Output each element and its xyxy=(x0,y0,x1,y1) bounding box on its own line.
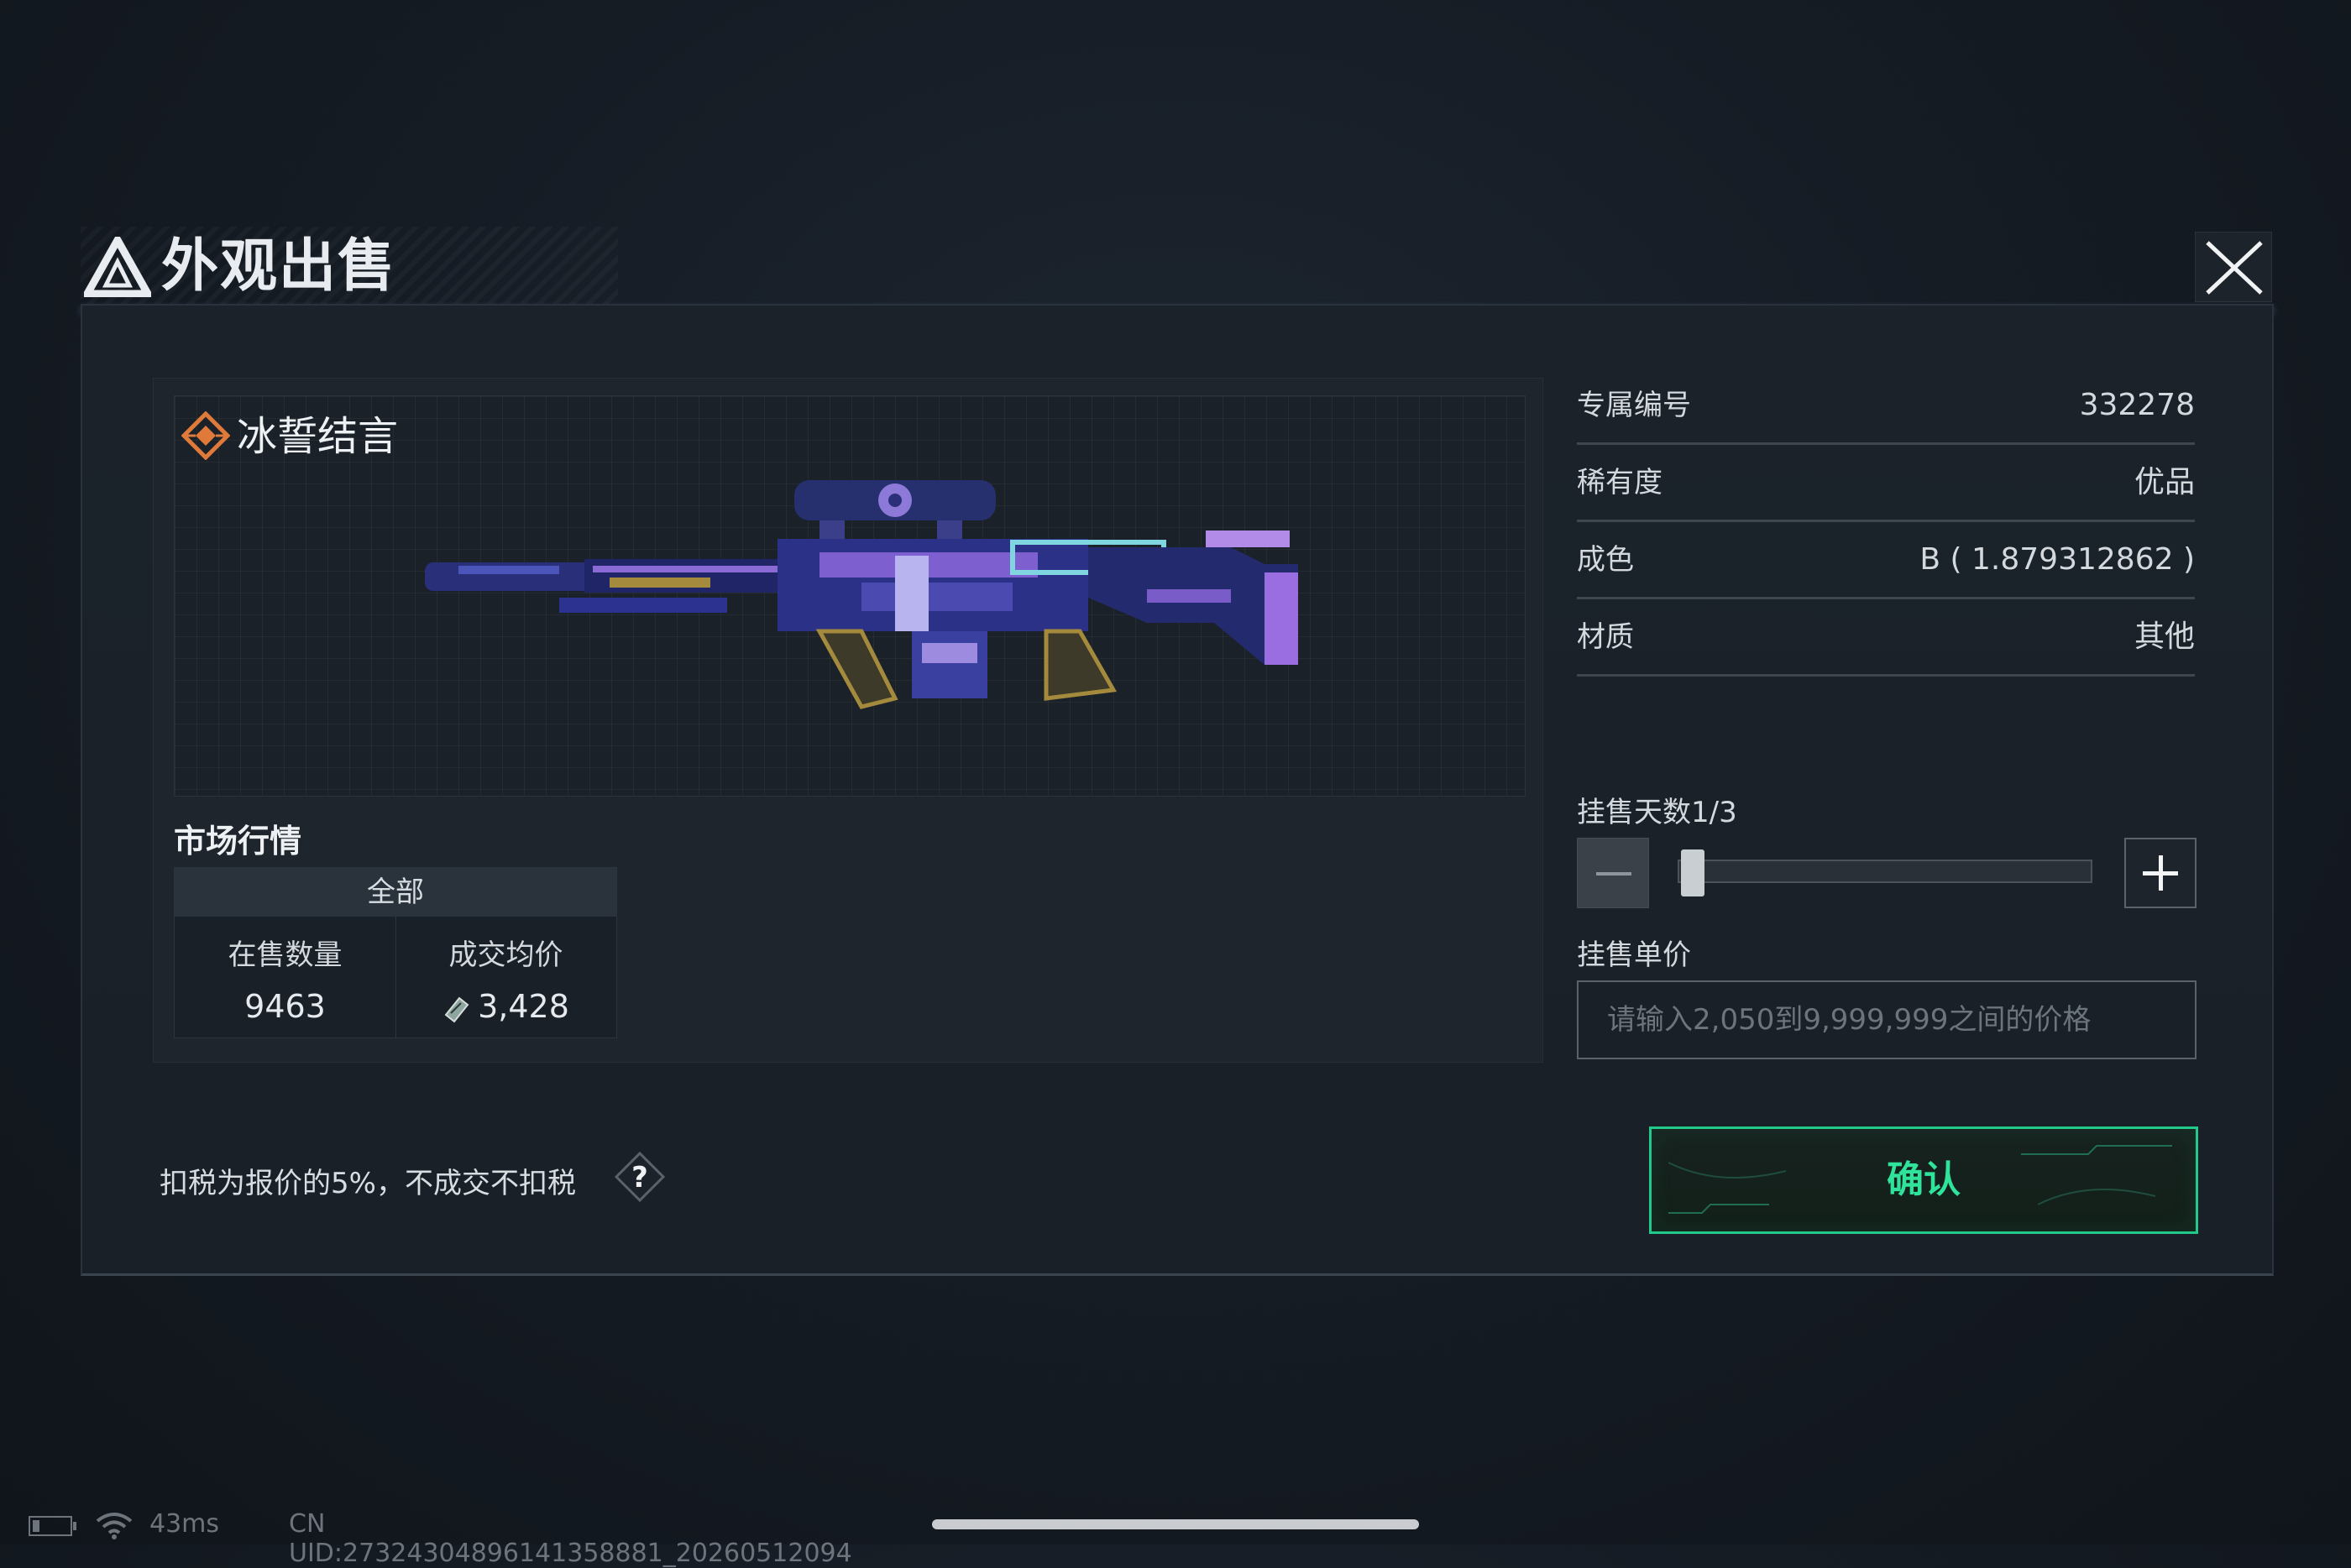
rarity-diamond-icon xyxy=(181,411,230,460)
property-value: 332278 xyxy=(2079,388,2195,422)
close-button[interactable] xyxy=(2195,232,2272,302)
market-section-title: 市场行情 xyxy=(174,823,302,860)
avg-price-row: 3,428 xyxy=(395,988,616,1025)
battery-tip xyxy=(73,1522,76,1530)
dialog-title: 外观出售 xyxy=(161,233,397,300)
days-slider[interactable] xyxy=(1678,860,2092,883)
avg-price-column: 成交均价 3,428 xyxy=(395,917,616,1037)
help-icon[interactable]: ? xyxy=(613,1150,667,1204)
property-row-rarity: 稀有度 优品 xyxy=(1577,447,2195,522)
wifi-icon xyxy=(96,1513,133,1539)
close-icon xyxy=(2206,241,2263,295)
property-value: 优品 xyxy=(2134,465,2195,499)
price-input[interactable] xyxy=(1577,980,2197,1059)
ping-text: 43ms xyxy=(149,1509,220,1539)
item-name: 冰誓结言 xyxy=(237,413,399,460)
property-label: 稀有度 xyxy=(1577,466,1662,499)
listing-price-label: 挂售单价 xyxy=(1577,938,1691,972)
tax-note: 扣税为报价的5%，不成交不扣税 xyxy=(160,1167,576,1200)
delta-logo-icon xyxy=(84,237,151,297)
weapon-skin-image xyxy=(425,480,1298,709)
on-sale-value: 9463 xyxy=(244,988,326,1025)
property-row-serial: 专属编号 332278 xyxy=(1577,369,2195,445)
uid-text: CN UID:27324304896141358881_20260512094 xyxy=(289,1509,852,1568)
market-tab-all[interactable]: 全部 xyxy=(175,868,616,917)
item-preview-panel: 冰誓结言 市场行情 全部 在售数量 9463 成交均价 3,428 xyxy=(153,378,1543,1063)
property-label: 专属编号 xyxy=(1577,389,1691,422)
confirm-button[interactable]: 确认 xyxy=(1649,1126,2198,1234)
battery-icon xyxy=(29,1516,72,1536)
property-row-material: 材质 其他 xyxy=(1577,601,2195,677)
property-label: 成色 xyxy=(1577,543,1634,577)
on-sale-column: 在售数量 9463 xyxy=(175,917,396,1037)
home-indicator[interactable] xyxy=(932,1519,1419,1529)
item-properties: 专属编号 332278 稀有度 优品 成色 B ( 1.879312862 ) … xyxy=(1577,369,2195,678)
item-preview-grid: 冰誓结言 xyxy=(174,395,1526,797)
market-table: 全部 在售数量 9463 成交均价 3,428 xyxy=(174,867,617,1038)
listing-days-label: 挂售天数1/3 xyxy=(1577,796,1737,829)
avg-price-value: 3,428 xyxy=(478,988,569,1025)
property-row-wear: 成色 B ( 1.879312862 ) xyxy=(1577,524,2195,599)
property-value: B ( 1.879312862 ) xyxy=(1919,542,2195,577)
confirm-label: 确认 xyxy=(1887,1158,1961,1201)
days-slider-thumb[interactable] xyxy=(1681,849,1704,896)
on-sale-label: 在售数量 xyxy=(228,938,343,972)
days-increase-button[interactable] xyxy=(2124,838,2197,908)
currency-icon xyxy=(444,996,469,1022)
property-label: 材质 xyxy=(1577,620,1634,654)
avg-price-label: 成交均价 xyxy=(448,938,563,972)
property-value: 其他 xyxy=(2134,619,2195,654)
help-symbol: ? xyxy=(631,1161,648,1194)
days-decrease-button[interactable] xyxy=(1577,838,1649,908)
